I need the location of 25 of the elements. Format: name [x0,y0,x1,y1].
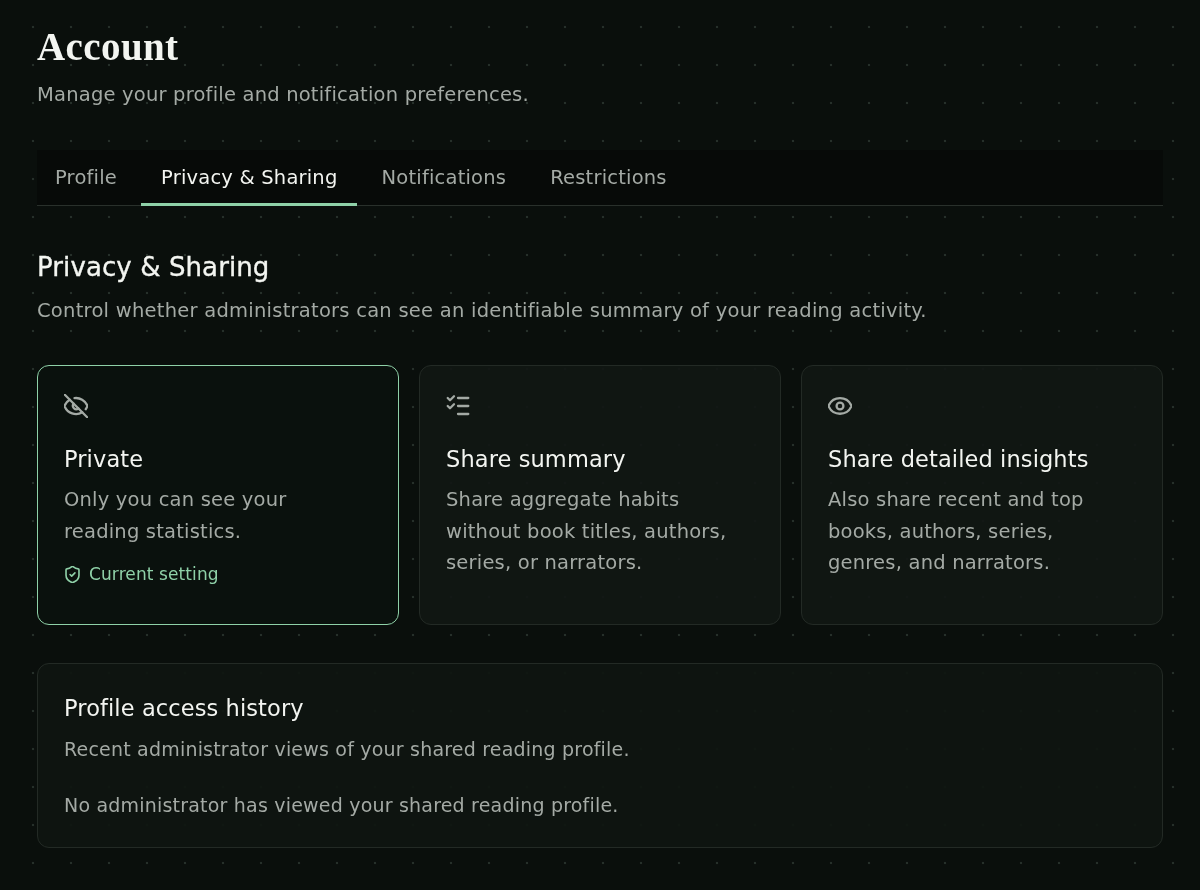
eye-icon [828,394,852,418]
tab[interactable]: Privacy & Sharing [141,150,357,206]
option-title: Private [64,445,144,474]
privacy-option-card[interactable]: Private Only you can see your reading statistics. Current setting [37,365,399,625]
option-description: Only you can see your reading statistics. [64,487,288,545]
page-title: Account [37,24,180,70]
empty-history-message: No administrator has viewed your shared reading profile. [64,793,620,818]
tab[interactable]: Notifications [361,150,526,206]
history-description: Recent administrator views of your shared reading profile. [64,737,631,762]
option-title: Share summary [446,445,626,474]
option-description: Share aggregate habits without book titles, authors, series, or narrators. [446,487,728,576]
section-description: Control whether administrators can see an identifiable summary of your reading activity. [37,298,928,324]
shield-check-icon [64,565,81,583]
privacy-option-card[interactable]: Share detailed insights Also share recent and top books, authors, series, genres, and narrators. [801,365,1163,625]
page-subtitle: Manage your profile and notification preferences. [37,82,530,108]
privacy-option-card[interactable]: Share summary Share aggregate habits without book titles, authors, series, or narrators. [419,365,781,625]
checklist-icon [446,394,470,418]
history-title: Profile access history [64,694,305,723]
eye-off-icon [64,394,88,418]
tab[interactable]: Restrictions [530,150,686,206]
option-title: Share detailed insights [828,445,1089,474]
tab[interactable]: Profile [37,150,137,206]
current-setting-label: Current setting [89,563,219,585]
option-description: Also share recent and top books, authors, series, genres, and narrators. [828,487,1085,576]
section-title: Privacy & Sharing [37,251,271,284]
